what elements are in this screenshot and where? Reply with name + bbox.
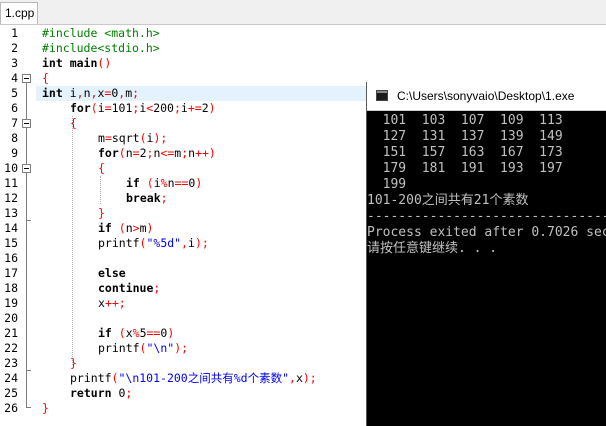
code-line-21: if (x%5==0) (98, 326, 175, 340)
code-line-18: continue; (98, 281, 161, 295)
code-line-4: { (42, 71, 49, 85)
line-number: 11 (4, 176, 18, 190)
fold-toggle-icon[interactable] (22, 164, 31, 173)
code-line-6: for(i=101;i<200;i+=2) (70, 101, 216, 115)
code-line-5: int i,n,x=0,m; (42, 86, 140, 100)
line-number: 7 (11, 116, 18, 130)
code-line-17: else (98, 266, 126, 280)
fold-end-marker (26, 370, 31, 371)
fold-line (26, 83, 27, 408)
line-number: 14 (4, 221, 18, 235)
line-number: 5 (11, 86, 18, 100)
code-line-1: #include <math.h> (42, 26, 160, 40)
code-line-26: } (42, 401, 49, 415)
tab-bar: 1.cpp (0, 0, 606, 25)
line-number: 8 (11, 131, 18, 145)
line-number: 23 (4, 356, 18, 370)
console-line: 179 181 191 193 197 (367, 161, 563, 176)
line-number: 4 (11, 71, 18, 85)
line-number: 3 (11, 56, 18, 70)
line-number: 19 (4, 296, 18, 310)
code-line-3: int main() (42, 56, 112, 70)
code-line-7: { (70, 116, 77, 130)
line-number: 24 (4, 371, 18, 385)
code-line-12: break; (126, 191, 168, 205)
line-number: 18 (4, 281, 18, 295)
code-line-2: #include<stdio.h> (42, 41, 160, 55)
line-number: 17 (4, 266, 18, 280)
tab-1-cpp[interactable]: 1.cpp (0, 2, 38, 24)
console-line: 127 131 137 139 149 (367, 129, 563, 144)
line-number: 10 (4, 161, 18, 175)
code-line-23: } (70, 356, 77, 370)
line-number-gutter: 1 2 3 4 5 6 7 8 9 10 11 12 13 14 15 16 1… (0, 26, 36, 426)
line-number: 6 (11, 101, 18, 115)
line-number: 20 (4, 311, 18, 325)
code-line-9: for(n=2;n<=m;n++) (98, 146, 216, 160)
fold-end-marker (26, 220, 31, 221)
code-line-25: return 0; (70, 386, 133, 400)
line-number: 15 (4, 236, 18, 250)
console-line: ----------------------------------- (367, 209, 606, 224)
console-line: Process exited after 0.7026 seconds (367, 225, 606, 240)
line-number: 22 (4, 341, 18, 355)
code-line-19: x++; (98, 296, 126, 310)
code-line-15: printf("%5d",i); (98, 236, 209, 250)
line-number: 12 (4, 191, 18, 205)
fold-end-marker (26, 407, 31, 408)
code-line-24: printf("\n101-200之间共有%d个素数",x); (70, 371, 317, 385)
console-line: 199 (367, 177, 407, 192)
console-line: 151 157 163 167 173 (367, 145, 563, 160)
console-app-icon (376, 90, 388, 101)
code-line-14: if (n>m) (98, 221, 154, 235)
console-line: 101-200之间共有21个素数 (367, 193, 529, 208)
line-number: 25 (4, 386, 18, 400)
console-title-bar[interactable]: C:\Users\sonyvaio\Desktop\1.exe (367, 82, 606, 111)
code-line-11: if (i%n==0) (126, 176, 203, 190)
line-number: 16 (4, 251, 18, 265)
line-number: 21 (4, 326, 18, 340)
code-line-22: printf("\n"); (98, 341, 189, 355)
line-number: 2 (11, 41, 18, 55)
console-line: 101 103 107 109 113 (367, 113, 563, 128)
fold-toggle-icon[interactable] (22, 74, 31, 83)
fold-toggle-icon[interactable] (22, 119, 31, 128)
code-line-10: { (98, 161, 105, 175)
line-number: 1 (11, 26, 18, 40)
line-number: 9 (11, 146, 18, 160)
code-line-8: m=sqrt(i); (98, 131, 168, 145)
console-output[interactable]: 101 103 107 109 113 127 131 137 139 149 … (367, 111, 606, 426)
line-number: 13 (4, 206, 18, 220)
console-window[interactable]: C:\Users\sonyvaio\Desktop\1.exe 101 103 … (366, 82, 606, 426)
code-line-13: } (98, 206, 105, 220)
line-number: 26 (4, 401, 18, 415)
console-line: 请按任意键继续. . . (367, 241, 498, 256)
console-title: C:\Users\sonyvaio\Desktop\1.exe (397, 89, 575, 103)
